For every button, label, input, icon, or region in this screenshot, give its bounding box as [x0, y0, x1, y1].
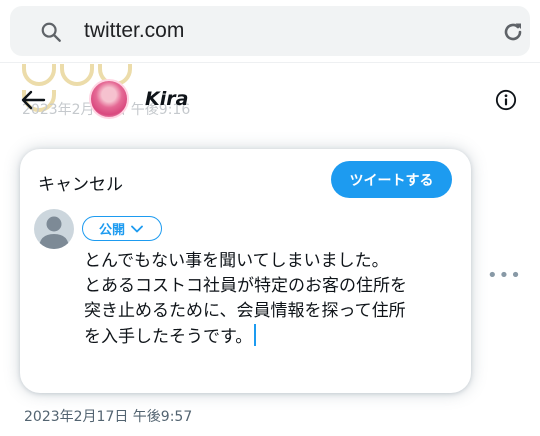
cancel-button[interactable]: キャンセル [38, 170, 123, 195]
search-icon [41, 22, 61, 42]
profile-name[interactable]: Kira [145, 88, 188, 110]
info-icon[interactable] [495, 89, 517, 111]
text-caret [254, 324, 257, 346]
profile-avatar[interactable] [89, 79, 129, 119]
reload-icon[interactable] [501, 20, 525, 44]
tweet-text-input[interactable]: とんでもない事を聞いてしまいました。 とあるコストコ社員が特定のお客の住所を 突… [84, 249, 459, 350]
tweet-timestamp: 2023年2月17日 午後9:57 [24, 409, 193, 425]
back-arrow-icon[interactable] [20, 88, 46, 112]
screen: twitter.com 2023年2月17日 午後9:16 Kira ••• 2… [0, 0, 540, 436]
more-options-button[interactable]: ••• [487, 265, 522, 286]
audience-label: 公開 [99, 223, 126, 238]
tweet-text: とんでもない事を聞いてしまいました。 とあるコストコ社員が特定のお客の住所を 突… [84, 251, 407, 347]
url-text[interactable]: twitter.com [84, 19, 184, 43]
audience-selector[interactable]: 公開 [82, 216, 162, 241]
chevron-down-icon [131, 225, 143, 233]
default-avatar-icon [39, 216, 69, 249]
address-bar[interactable]: twitter.com [10, 6, 530, 56]
tweet-button[interactable]: ツイートする [331, 161, 452, 198]
compose-tweet-dialog: キャンセル ツイートする 公開 とんでもない事を聞いてしまいました。 とあるコス… [20, 149, 471, 393]
divider [0, 62, 540, 63]
user-avatar [34, 209, 74, 249]
